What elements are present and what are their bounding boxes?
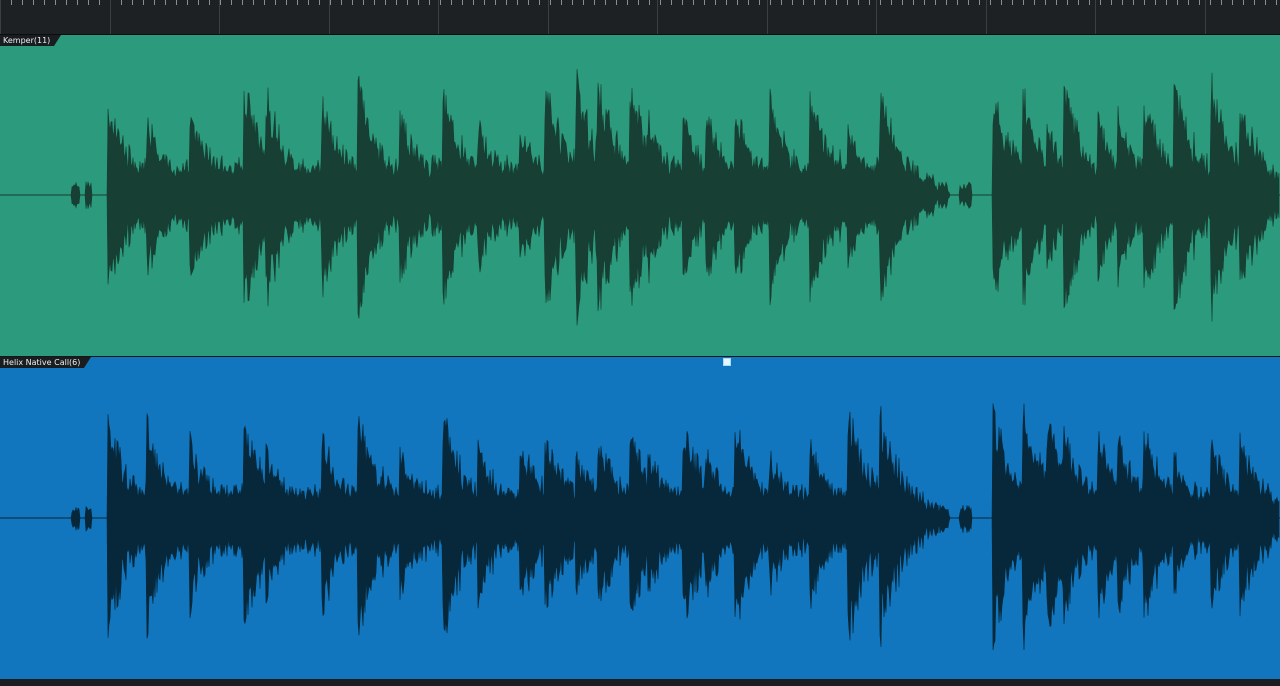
clip-title-kemper[interactable]: Kemper(11) xyxy=(0,35,62,46)
timeline-ruler[interactable] xyxy=(0,0,1280,35)
timeline-bottom-bar xyxy=(0,679,1280,686)
audio-clip-helix-native[interactable]: Helix Native Call(6) xyxy=(0,357,1280,679)
waveform-shape xyxy=(0,403,1280,651)
ruler-ticks xyxy=(0,0,1277,34)
clip-title-helix-native[interactable]: Helix Native Call(6) xyxy=(0,357,92,368)
clip-resize-handle[interactable] xyxy=(723,358,731,366)
waveform-kemper xyxy=(0,68,1280,326)
waveform-helix-native xyxy=(0,403,1280,651)
audio-clip-kemper[interactable]: Kemper(11) xyxy=(0,35,1280,356)
waveform-shape xyxy=(0,68,1280,326)
